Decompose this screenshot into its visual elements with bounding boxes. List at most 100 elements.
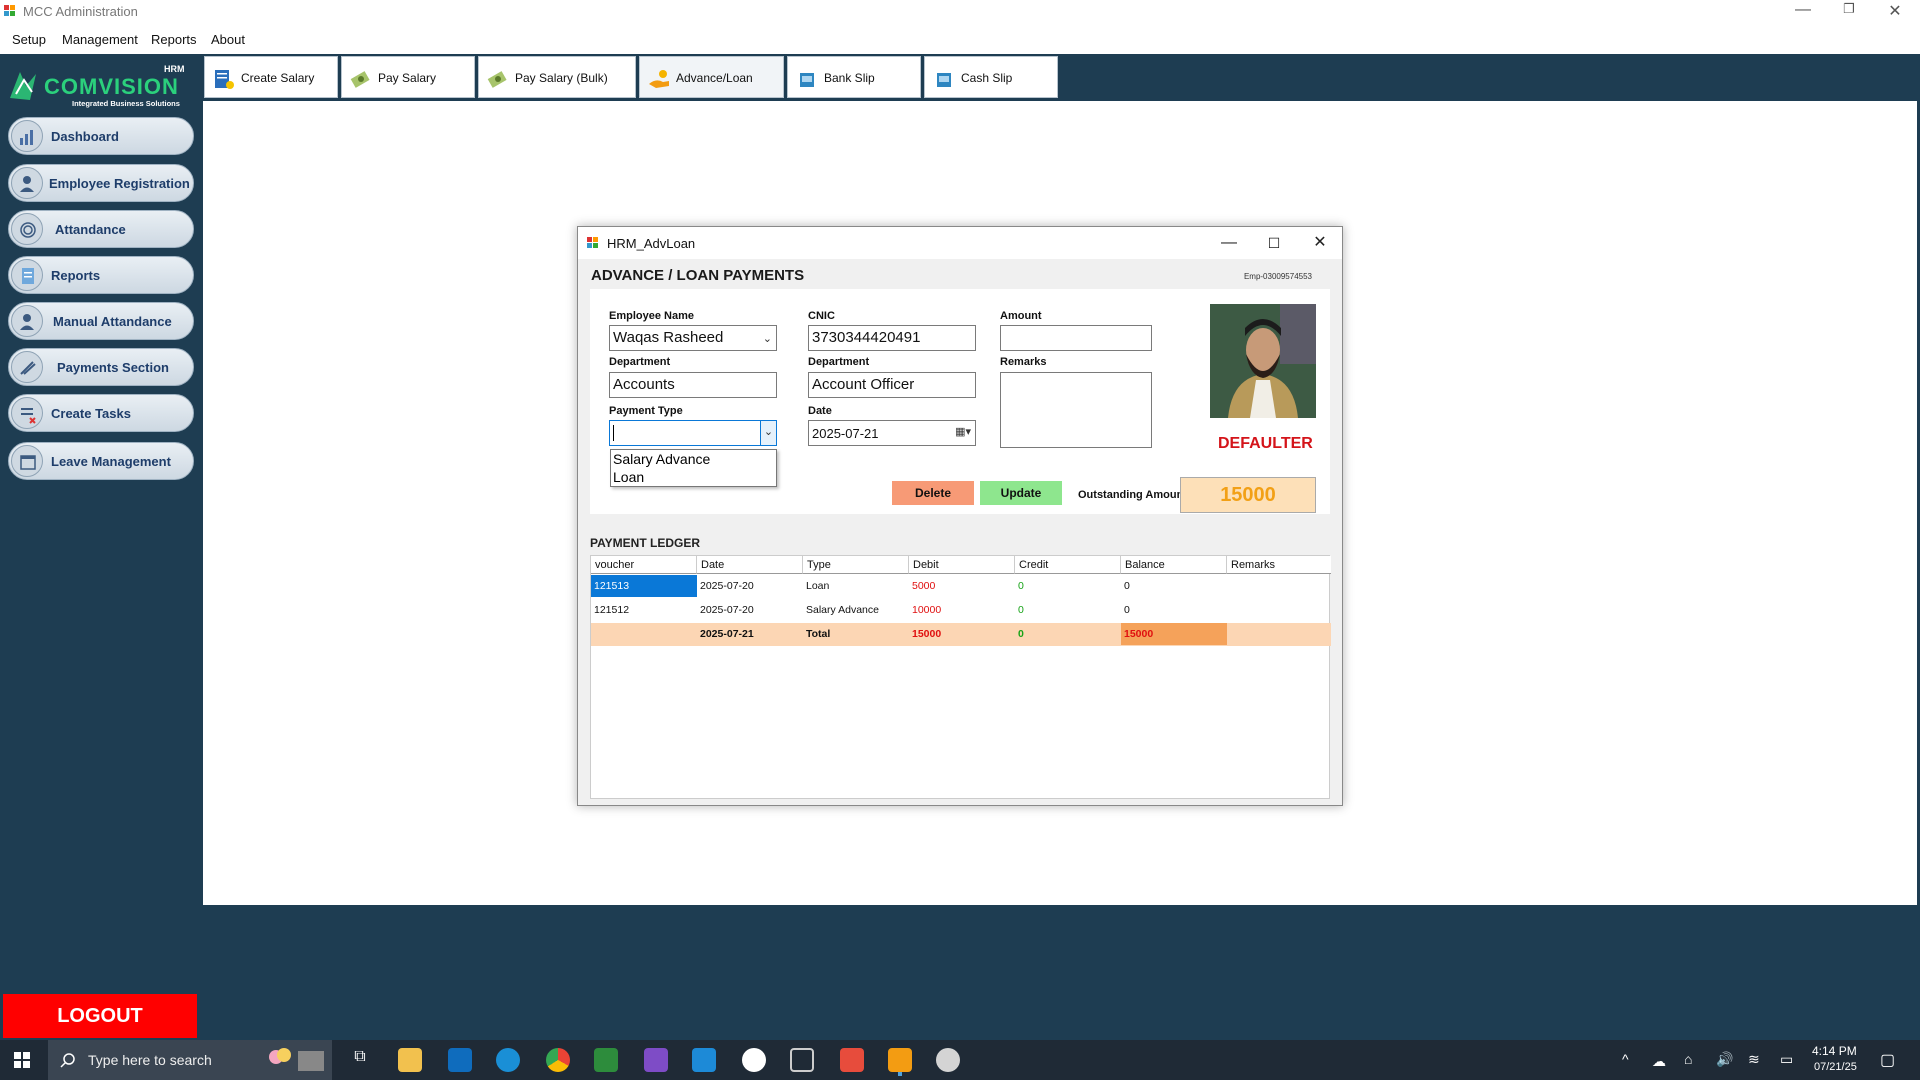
task-view-icon[interactable]: ⧉ xyxy=(348,1048,372,1072)
file-explorer-icon[interactable] xyxy=(398,1048,422,1072)
sidebar-item-label: Dashboard xyxy=(51,129,119,144)
remarks-textarea[interactable] xyxy=(1000,372,1152,448)
app-title: MCC Administration xyxy=(23,4,138,19)
outlook-icon[interactable] xyxy=(448,1048,472,1072)
chevron-down-icon[interactable]: ⌄ xyxy=(763,332,772,345)
chrome-icon[interactable] xyxy=(546,1048,570,1072)
sidebar-item-dashboard[interactable]: Dashboard xyxy=(8,117,194,155)
close-icon[interactable]: ✕ xyxy=(1880,1,1910,21)
column-header[interactable]: Date xyxy=(697,556,803,574)
volume-icon[interactable]: 🔊 xyxy=(1716,1051,1733,1068)
amount-label: Amount xyxy=(1000,310,1042,322)
outstanding-amount-value: 15000 xyxy=(1180,477,1316,513)
remarks-cell xyxy=(1227,575,1331,597)
menu-about[interactable]: About xyxy=(211,32,245,47)
column-header[interactable]: Debit xyxy=(909,556,1015,574)
notification-icon[interactable]: ▢ xyxy=(1880,1050,1895,1070)
debit-cell: 15000 xyxy=(912,628,942,640)
logout-button[interactable]: LOGOUT xyxy=(3,994,197,1038)
chevron-down-icon[interactable]: ⌄ xyxy=(760,421,776,445)
column-header[interactable]: Credit xyxy=(1015,556,1121,574)
close-icon[interactable]: ✕ xyxy=(1305,231,1335,255)
pay-salary-bulk-button[interactable]: Pay Salary (Bulk) xyxy=(478,56,636,98)
chart-icon xyxy=(11,120,43,152)
amount-field[interactable] xyxy=(1000,325,1152,351)
column-header[interactable]: voucher xyxy=(591,556,697,574)
sidebar-item-manual-attandance[interactable]: Manual Attandance xyxy=(8,302,194,340)
edge-icon[interactable] xyxy=(496,1048,520,1072)
battery-icon[interactable]: ▭ xyxy=(1780,1051,1793,1068)
department-field[interactable]: Accounts xyxy=(609,372,777,398)
visual-studio-icon[interactable] xyxy=(644,1048,668,1072)
bank-slip-button[interactable]: Bank Slip xyxy=(787,56,921,98)
minimize-icon[interactable]: — xyxy=(1788,1,1818,19)
table-row[interactable]: 121512 2025-07-20 Salary Advance 10000 0… xyxy=(591,599,1331,622)
column-header[interactable]: Remarks xyxy=(1227,556,1331,574)
payment-type-combo[interactable]: ⌄ xyxy=(609,420,777,446)
sidebar-item-create-tasks[interactable]: Create Tasks xyxy=(8,394,194,432)
restore-icon[interactable]: ❐ xyxy=(1834,1,1864,17)
delete-button[interactable]: Delete xyxy=(892,481,974,505)
sidebar-item-attandance[interactable]: Attandance xyxy=(8,210,194,248)
menu-setup[interactable]: Setup xyxy=(12,32,46,47)
payment-type-option-salary-advance[interactable]: Salary Advance xyxy=(613,451,710,467)
chevron-up-icon[interactable]: ^ xyxy=(1622,1051,1629,1067)
unity-icon[interactable] xyxy=(790,1048,814,1072)
onedrive-icon[interactable]: ☁ xyxy=(1652,1053,1666,1070)
menu-reports[interactable]: Reports xyxy=(151,32,197,47)
paint-icon[interactable] xyxy=(936,1048,960,1072)
sidebar-item-employee-registration[interactable]: Employee Registration xyxy=(8,164,194,202)
logo-mark-icon xyxy=(10,72,36,100)
taskbar-search[interactable]: Type here to search xyxy=(48,1040,332,1080)
clock-date[interactable]: 07/21/25 xyxy=(1814,1061,1857,1073)
department-label: Department xyxy=(609,356,671,368)
date-picker[interactable]: 2025-07-21 ▦▾ xyxy=(808,420,976,446)
sidebar-item-leave-management[interactable]: Leave Management xyxy=(8,442,194,480)
debit-cell: 10000 xyxy=(912,604,942,616)
notepad-plus-icon[interactable] xyxy=(594,1048,618,1072)
date-value: 2025-07-21 xyxy=(812,426,879,441)
calendar-dropdown-icon[interactable]: ▦▾ xyxy=(955,425,971,438)
fingerprint-icon xyxy=(11,213,43,245)
update-button[interactable]: Update xyxy=(980,481,1062,505)
cnic-field[interactable]: 3730344420491 xyxy=(808,325,976,351)
dialog-title: HRM_AdvLoan xyxy=(607,236,696,251)
cash-slip-button[interactable]: Cash Slip xyxy=(924,56,1058,98)
sidebar-item-label: Payments Section xyxy=(57,360,169,375)
cnic-value: 3730344420491 xyxy=(812,329,921,346)
sidebar-item-payments-section[interactable]: Payments Section xyxy=(8,348,194,386)
logo: COMVISION HRM Integrated Business Soluti… xyxy=(6,64,192,110)
network-icon[interactable]: ⌂ xyxy=(1684,1051,1692,1067)
app-store-icon[interactable] xyxy=(742,1048,766,1072)
sidebar-item-reports[interactable]: Reports xyxy=(8,256,194,294)
balance-cell: 0 xyxy=(1124,604,1130,616)
menu-management[interactable]: Management xyxy=(62,32,138,47)
slip-icon xyxy=(800,73,814,87)
designation-field[interactable]: Account Officer xyxy=(808,372,976,398)
vscode-icon[interactable] xyxy=(692,1048,716,1072)
maximize-icon[interactable]: ☐ xyxy=(1259,231,1289,255)
windows-start-icon[interactable] xyxy=(14,1052,30,1068)
report-icon xyxy=(11,259,43,291)
type-cell: Total xyxy=(806,628,831,640)
mcc-app-icon[interactable] xyxy=(888,1048,912,1072)
table-row[interactable]: 121513 2025-07-20 Loan 5000 0 0 xyxy=(591,575,1331,598)
advance-loan-button[interactable]: Advance/Loan xyxy=(639,56,784,98)
column-header[interactable]: Balance xyxy=(1121,556,1227,574)
app-title-bar: MCC Administration — ❐ ✕ xyxy=(0,0,1920,24)
toolbar-label: Cash Slip xyxy=(961,71,1013,85)
create-salary-button[interactable]: Create Salary xyxy=(204,56,338,98)
minimize-icon[interactable]: — xyxy=(1214,231,1244,255)
sidebar-item-label: Employee Registration xyxy=(49,176,190,191)
pay-salary-button[interactable]: Pay Salary xyxy=(341,56,475,98)
wifi-icon[interactable]: ≋ xyxy=(1748,1051,1760,1068)
employee-name-combo[interactable]: Waqas Rasheed ⌄ xyxy=(609,325,777,351)
employee-photo xyxy=(1210,304,1316,418)
remarks-label: Remarks xyxy=(1000,356,1047,368)
column-header[interactable]: Type xyxy=(803,556,909,574)
anydesk-icon[interactable] xyxy=(840,1048,864,1072)
date-label: Date xyxy=(808,405,832,417)
clock-time[interactable]: 4:14 PM xyxy=(1812,1044,1857,1058)
payment-type-option-loan[interactable]: Loan xyxy=(613,469,644,485)
voucher-cell xyxy=(591,623,697,645)
